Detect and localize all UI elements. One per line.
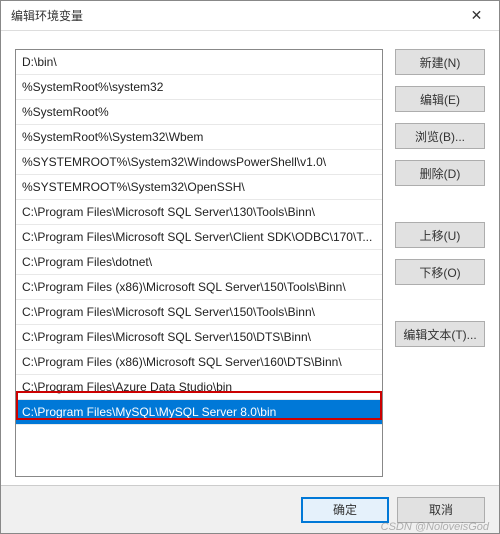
edittext-button[interactable]: 编辑文本(T)... [395,321,485,347]
dialog-window: 编辑环境变量 ✕ D:\bin\%SystemRoot%\system32%Sy… [0,0,500,534]
titlebar: 编辑环境变量 ✕ [1,1,499,31]
list-item[interactable]: %SystemRoot%\system32 [16,75,382,100]
list-item[interactable]: C:\Program Files (x86)\Microsoft SQL Ser… [16,275,382,300]
list-item[interactable]: D:\bin\ [16,50,382,75]
edit-button[interactable]: 编辑(E) [395,86,485,112]
window-title: 编辑环境变量 [11,7,83,24]
footer: 确定 取消 CSDN @NoloveisGod [1,485,499,533]
close-icon: ✕ [471,7,483,24]
close-button[interactable]: ✕ [454,1,499,31]
list-item[interactable]: C:\Program Files\Azure Data Studio\bin [16,375,382,400]
cancel-button[interactable]: 取消 [397,497,485,523]
list-item[interactable]: %SystemRoot%\System32\Wbem [16,125,382,150]
list-item[interactable]: C:\Program Files\Microsoft SQL Server\13… [16,200,382,225]
side-button-panel: 新建(N) 编辑(E) 浏览(B)... 删除(D) 上移(U) 下移(O) 编… [395,49,485,477]
list-item[interactable]: C:\Program Files\Microsoft SQL Server\Cl… [16,225,382,250]
moveup-button[interactable]: 上移(U) [395,222,485,248]
new-button[interactable]: 新建(N) [395,49,485,75]
list-item[interactable]: C:\Program Files\Microsoft SQL Server\15… [16,325,382,350]
movedown-button[interactable]: 下移(O) [395,259,485,285]
list-item[interactable]: C:\Program Files\MySQL\MySQL Server 8.0\… [16,400,382,425]
browse-button[interactable]: 浏览(B)... [395,123,485,149]
list-item[interactable]: C:\Program Files (x86)\Microsoft SQL Ser… [16,350,382,375]
list-item[interactable]: C:\Program Files\dotnet\ [16,250,382,275]
list-item[interactable]: C:\Program Files\Microsoft SQL Server\15… [16,300,382,325]
list-item[interactable]: %SystemRoot% [16,100,382,125]
ok-button[interactable]: 确定 [301,497,389,523]
content-area: D:\bin\%SystemRoot%\system32%SystemRoot%… [1,31,499,485]
env-var-listbox[interactable]: D:\bin\%SystemRoot%\system32%SystemRoot%… [15,49,383,477]
list-item[interactable]: %SYSTEMROOT%\System32\WindowsPowerShell\… [16,150,382,175]
delete-button[interactable]: 删除(D) [395,160,485,186]
watermark: CSDN @NoloveisGod [381,521,489,533]
list-item[interactable]: %SYSTEMROOT%\System32\OpenSSH\ [16,175,382,200]
